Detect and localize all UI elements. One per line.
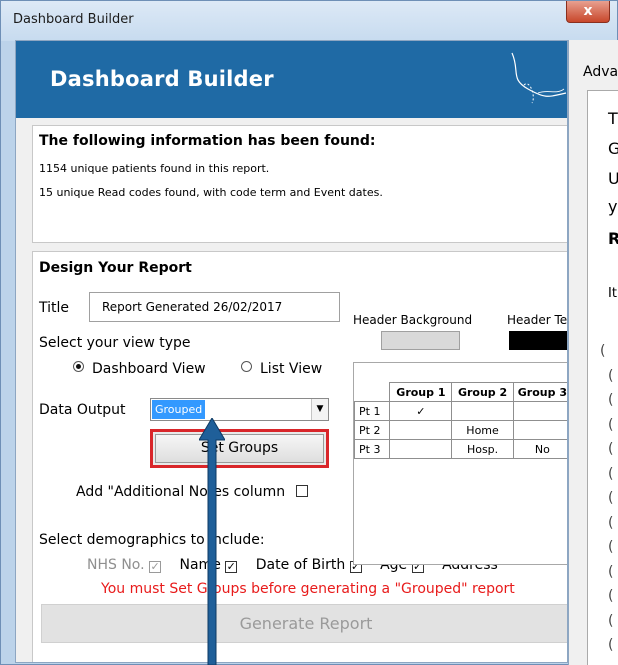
preview-header-row: Group 1 Group 2 Group 3 [354, 382, 567, 402]
preview-header-cell: Group 2 [451, 382, 514, 402]
preview-cell: Home [451, 420, 514, 440]
preview-cell: No [512, 439, 567, 459]
advanced-text-line: G [608, 139, 618, 158]
advanced-text-line: R [608, 229, 618, 248]
preview-cell [451, 401, 514, 421]
advanced-list-item-glyph[interactable]: ( [608, 441, 613, 457]
radio-list-view-dot[interactable] [241, 361, 252, 372]
radio-list-view[interactable]: List View [241, 361, 322, 377]
table-row: Pt 1 ✓ [354, 401, 567, 421]
table-row: Pt 3 Hosp. No [354, 439, 567, 459]
advanced-list-item-glyph[interactable]: ( [600, 343, 605, 359]
demographic-nhs-no-label: NHS No. [87, 557, 145, 573]
banner-title: Dashboard Builder [50, 67, 274, 91]
preview-header-cell: Group 3 [512, 382, 567, 402]
name-checkbox[interactable]: ✓ [225, 561, 238, 573]
data-output-label: Data Output [39, 402, 126, 418]
radio-list-view-label: List View [260, 361, 323, 377]
preview-cell: ✓ [389, 401, 453, 421]
advanced-list-item-glyph[interactable]: ( [608, 613, 613, 629]
view-type-label: Select your view type [39, 335, 191, 351]
preview-header-cell [354, 382, 391, 402]
preview-table: Group 1 Group 2 Group 3 Pt 1 ✓ Pt 2 Home [354, 382, 567, 459]
read-codes-found-text: 15 unique Read codes found, with code te… [39, 186, 383, 199]
close-button[interactable]: x [566, 1, 610, 23]
preview-cell: Pt 1 [354, 401, 391, 421]
title-bar[interactable]: Dashboard Builder x [1, 1, 617, 41]
advanced-list-item-glyph[interactable]: ( [608, 417, 613, 433]
demographic-dob[interactable]: Date of Birth ✓ [256, 557, 362, 573]
advanced-list-item-glyph[interactable]: ( [608, 637, 613, 653]
advanced-list-item-glyph[interactable]: ( [608, 490, 613, 506]
advanced-list-item-glyph[interactable]: ( [608, 515, 613, 531]
preview-header-cell: Group 1 [389, 382, 453, 402]
chevron-down-icon[interactable]: ▼ [311, 399, 328, 420]
preview-cell [389, 439, 453, 459]
advanced-window-title: Advanced [583, 64, 618, 80]
demographic-nhs-no: NHS No. ✓ [87, 557, 162, 573]
info-heading: The following information has been found… [39, 133, 376, 149]
title-label: Title [39, 300, 70, 316]
pointer-arrow-icon [199, 418, 225, 665]
design-report-panel: Design Your Report Title Report Generate… [32, 251, 567, 662]
data-output-select[interactable]: Grouped ▼ [150, 398, 329, 421]
logo-swoosh-icon [511, 52, 567, 104]
preview-cell [389, 420, 453, 440]
header-background-swatch[interactable] [381, 331, 460, 350]
advanced-window: Advanced T G U y R It ((((((((((((( [568, 40, 618, 665]
header-banner: Dashboard Builder [16, 41, 567, 118]
preview-cell: Hosp. [451, 439, 514, 459]
title-input[interactable]: Report Generated 26/02/2017 [89, 292, 340, 322]
radio-dashboard-view-label: Dashboard View [92, 361, 206, 377]
set-groups-label: Set Groups [155, 434, 324, 463]
info-panel: The following information has been found… [32, 125, 567, 243]
demographic-dob-label: Date of Birth [255, 557, 346, 573]
advanced-list-item-glyph[interactable]: ( [608, 588, 613, 604]
window-title: Dashboard Builder [13, 12, 134, 27]
advanced-list-item-glyph[interactable]: ( [608, 466, 613, 482]
dialog-body: Dashboard Builder The following informat… [15, 40, 568, 663]
radio-dashboard-view-dot[interactable] [73, 361, 84, 372]
preview-cell: Pt 3 [354, 439, 391, 459]
grouped-warning-text: You must Set Groups before generating a … [101, 581, 515, 597]
radio-dashboard-view[interactable]: Dashboard View [73, 361, 206, 377]
advanced-text-line: It [608, 286, 617, 301]
header-text-label: Header Text [507, 313, 567, 327]
advanced-list-item-glyph[interactable]: ( [608, 539, 613, 555]
preview-table-area: Group 1 Group 2 Group 3 Pt 1 ✓ Pt 2 Home [353, 362, 567, 565]
data-output-value: Grouped [152, 400, 206, 419]
table-row: Pt 2 Home [354, 420, 567, 440]
header-text-swatch[interactable] [509, 331, 567, 350]
additional-notes-checkbox[interactable] [295, 485, 308, 497]
advanced-text-line: y [608, 197, 618, 216]
additional-notes-label: Add "Additional Notes column [76, 484, 286, 500]
set-groups-button[interactable]: Set Groups [150, 429, 329, 468]
advanced-content: T G U y R It ((((((((((((( [587, 90, 618, 665]
preview-cell [512, 420, 567, 440]
preview-cell [512, 401, 567, 421]
nhs-no-checkbox: ✓ [149, 560, 162, 573]
advanced-text-line: U [608, 169, 618, 188]
header-background-label: Header Background [353, 313, 473, 327]
advanced-list-item-glyph[interactable]: ( [608, 368, 613, 384]
additional-notes-option[interactable]: Add "Additional Notes column [76, 484, 308, 500]
advanced-list-item-glyph[interactable]: ( [608, 392, 613, 408]
advanced-list-item-glyph[interactable]: ( [608, 564, 613, 580]
demographics-label: Select demographics to include: [39, 532, 265, 548]
design-heading: Design Your Report [39, 260, 192, 276]
preview-cell: Pt 2 [354, 420, 391, 440]
generate-report-button[interactable]: Generate Report [41, 604, 567, 643]
advanced-text-line: T [608, 109, 618, 128]
patients-found-text: 1154 unique patients found in this repor… [39, 162, 270, 175]
